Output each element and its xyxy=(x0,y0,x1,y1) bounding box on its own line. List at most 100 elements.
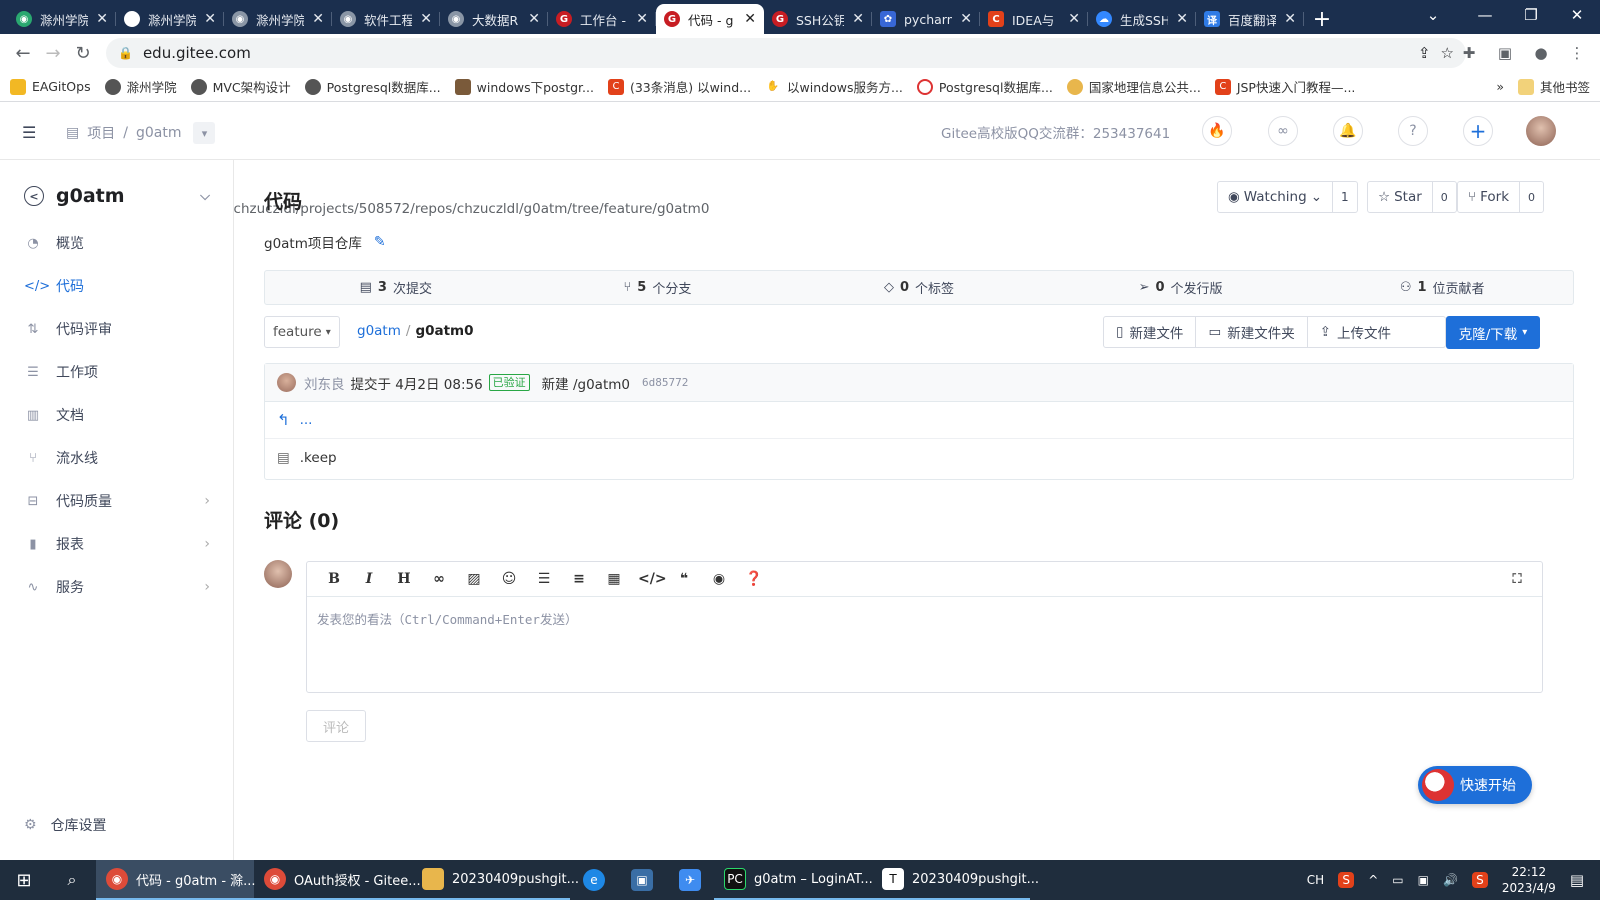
sogou-icon[interactable]: S xyxy=(1471,872,1488,888)
taskbar-app-pycharm[interactable]: PC g0atm – LoginAT... xyxy=(714,860,873,900)
close-tab-icon[interactable]: ✕ xyxy=(528,11,540,27)
close-tab-icon[interactable]: ✕ xyxy=(312,11,324,27)
close-tab-icon[interactable]: ✕ xyxy=(960,11,972,27)
tab-7[interactable]: G SSH公钥 ✕ xyxy=(764,4,872,34)
taskbar-app-chrome-2[interactable]: ◉ OAuth授权 - Gitee... xyxy=(254,860,421,900)
forward-icon[interactable]: → xyxy=(38,38,68,68)
close-tab-icon[interactable]: ✕ xyxy=(420,11,432,27)
bookmarks-more-button[interactable]: » xyxy=(1496,79,1504,94)
hamburger-menu-icon[interactable]: ☰ xyxy=(22,123,36,142)
link-icon[interactable]: ∞ xyxy=(1268,116,1298,146)
bookmark-item[interactable]: windows下postgr... xyxy=(454,77,594,96)
close-tab-icon[interactable]: ✕ xyxy=(636,11,648,27)
quote-icon[interactable]: ❝ xyxy=(673,571,695,587)
link-icon[interactable]: ∞ xyxy=(428,571,450,587)
repo-settings[interactable]: ⚙ 仓库设置 xyxy=(24,815,107,835)
code-icon[interactable]: </> xyxy=(638,571,667,587)
taskbar-app-typora[interactable]: T 20230409pushgit... xyxy=(872,860,1039,900)
tab-11[interactable]: 译百度翻译 ✕ xyxy=(1196,4,1304,34)
tab-2[interactable]: ◉ 滁州学院 ✕ xyxy=(224,4,332,34)
image-icon[interactable]: ▨ xyxy=(463,571,485,587)
stat-tags[interactable]: ◇ 0 个标签 xyxy=(788,271,1050,304)
fullscreen-icon[interactable]: ⛶ xyxy=(1506,572,1528,587)
crumb-repo[interactable]: g0atm xyxy=(136,125,182,141)
sidebar-item-code-review[interactable]: ⇅ 代码评审 xyxy=(24,317,210,341)
notification-icon[interactable]: ▤ xyxy=(1570,871,1584,889)
taskbar-app-edge[interactable]: e xyxy=(570,860,618,900)
stat-contributors[interactable]: ⚇ 1 位贡献者 xyxy=(1311,271,1573,304)
search-icon[interactable]: ⌕ xyxy=(48,860,96,900)
bookmark-item[interactable]: ✋ 以windows服务方... xyxy=(765,77,903,96)
other-bookmarks[interactable]: 其他书签 xyxy=(1517,77,1590,96)
volume-icon[interactable]: 🔊 xyxy=(1443,873,1458,887)
bookmark-item[interactable]: Postgresql数据库... xyxy=(304,77,441,96)
watching-button[interactable]: ◉ Watching ⌄ 1 xyxy=(1217,181,1358,213)
table-icon[interactable]: ▦ xyxy=(603,571,625,587)
avatar[interactable] xyxy=(277,373,296,392)
back-icon[interactable]: ← xyxy=(8,38,38,68)
comment-textarea[interactable]: 发表您的看法（Ctrl/Command+Enter发送） xyxy=(307,597,1542,640)
chevron-down-icon[interactable]: ⌵ xyxy=(200,189,210,204)
parent-dir-row[interactable]: ↰... xyxy=(265,402,1573,439)
close-tab-icon[interactable]: ✕ xyxy=(96,11,108,27)
sidebar-item-code[interactable]: </> 代码 xyxy=(24,274,210,298)
help-icon[interactable]: ❓ xyxy=(743,571,765,587)
star-bookmark-icon[interactable]: ☆ xyxy=(1441,44,1454,62)
heading-icon[interactable]: H xyxy=(393,571,415,587)
extensions-icon[interactable]: ✚ xyxy=(1454,38,1484,68)
taskbar-app-snip[interactable]: ▣ xyxy=(618,860,666,900)
ime-indicator[interactable]: CH xyxy=(1307,873,1324,887)
taskbar-app-explorer[interactable]: 20230409pushgit... xyxy=(412,860,579,900)
lock-icon[interactable]: 🔒 xyxy=(118,46,133,60)
close-tab-icon[interactable]: ✕ xyxy=(852,11,864,27)
quick-start-button[interactable]: 快速开始 xyxy=(1418,766,1532,804)
fire-icon[interactable]: 🔥 xyxy=(1202,116,1232,146)
sidebar-item-work-items[interactable]: ☰ 工作项 xyxy=(24,360,210,384)
profile-icon[interactable]: ● xyxy=(1526,38,1556,68)
tab-5[interactable]: G 工作台 - ✕ xyxy=(548,4,656,34)
bullet-list-icon[interactable]: ☰ xyxy=(533,571,555,587)
menu-kebab-icon[interactable]: ⋮ xyxy=(1562,38,1592,68)
url-input[interactable]: 🔒 edu.gitee.com/chzuczldl/projects/50857… xyxy=(106,38,1466,217)
tab-10[interactable]: ☁ 生成SSH ✕ xyxy=(1088,4,1196,34)
tab-0[interactable]: ◉ 滁州学院 ✕ xyxy=(8,4,116,34)
bookmark-item[interactable]: 国家地理信息公共... xyxy=(1066,77,1201,96)
bold-icon[interactable]: B xyxy=(323,571,345,587)
sidebar-item-services[interactable]: ∿ 服务 › xyxy=(24,575,210,599)
new-tab-button[interactable]: + xyxy=(1304,4,1340,34)
preview-eye-icon[interactable]: ◉ xyxy=(708,571,730,587)
tab-4[interactable]: ◉ 大数据R ✕ xyxy=(440,4,548,34)
edit-icon[interactable]: ✎ xyxy=(374,234,386,250)
sidebar-item-code-quality[interactable]: ⊟ 代码质量 › xyxy=(24,489,210,513)
tab-search-icon[interactable]: ⌄ xyxy=(1410,0,1456,30)
side-panel-icon[interactable]: ▣ xyxy=(1490,38,1520,68)
new-folder-button[interactable]: ▭ 新建文件夹 xyxy=(1196,317,1308,347)
network-icon[interactable]: ▣ xyxy=(1418,873,1429,887)
taskbar-app-chrome[interactable]: ◉ 代码 - g0atm - 滁... xyxy=(96,860,256,900)
chevron-down-icon[interactable]: ▾ xyxy=(193,122,216,144)
bookmark-item[interactable]: C JSP快速入门教程—... xyxy=(1214,77,1355,96)
close-window-icon[interactable]: ✕ xyxy=(1554,0,1600,30)
clock[interactable]: 22:12 2023/4/9 xyxy=(1502,864,1556,896)
sogou-icon[interactable]: S xyxy=(1338,872,1355,888)
commit-hash[interactable]: 6d85772 xyxy=(642,376,688,389)
close-tab-icon[interactable]: ✕ xyxy=(204,11,216,27)
stat-releases[interactable]: ➢ 0 个发行版 xyxy=(1050,271,1312,304)
close-tab-icon[interactable]: ✕ xyxy=(744,11,756,27)
commit-author[interactable]: 刘东良 xyxy=(304,373,345,393)
reload-icon[interactable]: ↻ xyxy=(68,38,98,68)
chevron-up-icon[interactable]: ^ xyxy=(1368,873,1378,887)
taskbar-app-feishu[interactable]: ✈ xyxy=(666,860,714,900)
tab-6-active[interactable]: G 代码 - g ✕ xyxy=(656,4,764,34)
emoji-icon[interactable]: ☺ xyxy=(498,571,520,587)
project-selector[interactable]: < g0atm ⌵ xyxy=(24,185,210,207)
clone-download-button[interactable]: 克隆/下载 ▾ xyxy=(1446,316,1540,349)
restore-icon[interactable]: ❐ xyxy=(1508,0,1554,30)
plus-icon[interactable]: + xyxy=(1463,116,1493,146)
bookmark-item[interactable]: EAGitOps xyxy=(10,78,91,95)
share-icon[interactable]: ⇪ xyxy=(1418,44,1431,62)
commit-message[interactable]: 新建 /g0atm0 xyxy=(542,373,630,393)
bookmark-item[interactable]: MVC架构设计 xyxy=(190,77,291,96)
bookmark-item[interactable]: Postgresql数据库... xyxy=(916,77,1053,96)
sidebar-item-reports[interactable]: ▮ 报表 › xyxy=(24,532,210,556)
